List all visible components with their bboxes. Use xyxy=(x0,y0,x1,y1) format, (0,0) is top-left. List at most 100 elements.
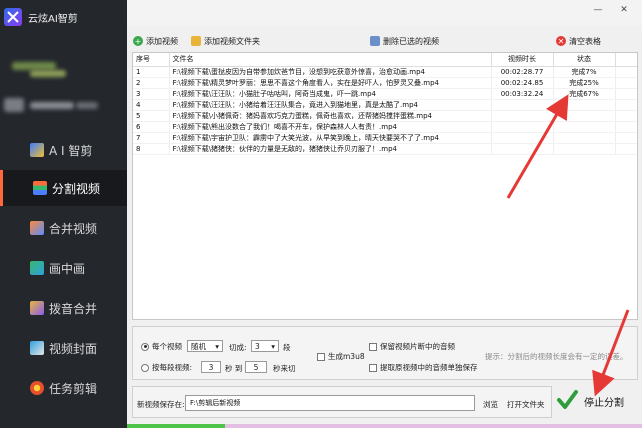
table-row[interactable]: 3 F:\视频下载\汪汪队：小猫肚子咕咕叫，阿奇当成鬼，吓一跳.mp4 00:03:… xyxy=(133,88,637,100)
from-seconds-input[interactable]: 3 xyxy=(201,361,221,373)
table-row[interactable]: 8 F:\视频下载\猪猪侠：伙伴的力量是无敌的，猪猪侠让乔贝刃服了！.mp4 xyxy=(133,143,637,155)
app-logo-icon xyxy=(4,8,22,26)
progress-bar xyxy=(127,424,225,428)
split-icon xyxy=(33,181,47,195)
add-folder-button[interactable]: 添加视频文件夹 xyxy=(191,34,260,48)
table-row[interactable]: 2 F:\视频下载\精灵梦叶罗丽：思思不喜这个角度看人，实在是好吓人，怕罗灵又叠.… xyxy=(133,77,637,89)
clear-icon: ✕ xyxy=(556,36,566,46)
sidebar-item-video-cover[interactable]: 视频封面 xyxy=(0,330,127,366)
keep-audio-checkbox[interactable] xyxy=(369,342,377,351)
blurred-account-info xyxy=(12,62,56,70)
table-row[interactable]: 5 F:\视频下载\小猪佩奇：猪妈喜欢巧克力蛋糕，佩奇也喜欢，还帮猪妈搅拌蛋糕.m… xyxy=(133,110,637,122)
sidebar: 云炫AI智剪 A I 智剪 分割视频 合并视频 画中画 拨音合并 视频封面 任务… xyxy=(0,0,127,428)
cell-filename: F:\视频下载\汪汪队：小猫肚子咕咕叫，阿奇当成鬼，吓一跳.mp4 xyxy=(169,88,492,100)
chevron-down-icon: ▾ xyxy=(215,341,219,351)
sidebar-item-ai-edit[interactable]: A I 智剪 xyxy=(0,132,127,168)
col-index-header[interactable]: 序号 xyxy=(133,53,170,67)
clear-table-button[interactable]: ✕ 清空表格 xyxy=(556,34,601,48)
per-video-option[interactable]: 每个视频 xyxy=(141,341,182,352)
col-filename-header[interactable]: 文件名 xyxy=(169,53,492,67)
add-video-button[interactable]: + 添加视频 xyxy=(133,34,178,48)
sidebar-item-merge-video[interactable]: 合并视频 xyxy=(0,210,127,246)
video-table[interactable]: 序号 文件名 视频时长 状态 1 F:\视频下载\蛋挞皮因为自带参加炊爸节目，没想… xyxy=(132,52,638,320)
sidebar-item-audio-merge[interactable]: 拨音合并 xyxy=(0,290,127,326)
sidebar-item-label: 拨音合并 xyxy=(49,301,98,316)
cell-duration xyxy=(491,110,554,122)
generate-m3u8-option[interactable]: 生成m3u8 xyxy=(317,351,365,362)
generate-m3u8-checkbox[interactable] xyxy=(317,352,325,361)
cell-spacer xyxy=(615,121,637,133)
audio-merge-icon xyxy=(30,301,44,315)
cell-spacer xyxy=(615,88,637,100)
save-location-panel: 新视频保存在: F:\剪辑后新视频 浏览 打开文件夹 xyxy=(132,386,552,418)
hint-text: 提示：分割后的视频长度会有一定的误差。 xyxy=(485,351,635,362)
col-spacer-header xyxy=(615,53,637,67)
cell-spacer xyxy=(615,143,637,155)
save-location-label: 新视频保存在: xyxy=(137,400,185,409)
table-row[interactable]: 4 F:\视频下载\汪汪队：小猪给着汪汪队集合，竟进入到猫地里，真是太酷了.mp4 xyxy=(133,99,637,111)
col-status-header[interactable]: 状态 xyxy=(553,53,616,67)
cell-duration xyxy=(491,132,554,144)
extract-audio-option[interactable]: 提取原视频中的音频单独保存 xyxy=(369,362,478,373)
cell-spacer xyxy=(615,66,637,78)
cell-duration xyxy=(491,121,554,133)
cell-status xyxy=(553,132,616,144)
cell-index: 4 xyxy=(133,99,170,111)
sidebar-item-label: 视频封面 xyxy=(49,341,98,356)
sidebar-item-task-edit[interactable]: 任务剪辑 xyxy=(0,370,127,406)
per-video-radio[interactable] xyxy=(141,342,149,351)
merge-icon xyxy=(30,221,44,235)
cell-filename: F:\视频下载\熊出没数合了我们！喝喜不开车，保护森林人人有责！.mp4 xyxy=(169,121,492,133)
extract-audio-checkbox[interactable] xyxy=(369,363,377,372)
sidebar-item-picture-in-picture[interactable]: 画中画 xyxy=(0,250,127,286)
remove-list-icon xyxy=(370,36,380,46)
keep-audio-option[interactable]: 保留视频片断中的音频 xyxy=(369,341,455,352)
remove-selected-button[interactable]: 删除已选的视频 xyxy=(370,34,439,48)
cell-spacer xyxy=(615,99,637,111)
sidebar-item-split-video[interactable]: 分割视频 xyxy=(0,170,127,206)
to-seconds-value: 5 xyxy=(245,361,267,373)
sidebar-item-label: 任务剪辑 xyxy=(49,381,98,396)
col-duration-header[interactable]: 视频时长 xyxy=(491,53,554,67)
table-row[interactable]: 1 F:\视频下载\蛋挞皮因为自带参加炊爸节目，没想到吃获意外惊喜，治愈动画.mp… xyxy=(133,66,637,78)
cell-status xyxy=(553,99,616,111)
mode-select[interactable]: 随机 ▾ xyxy=(187,340,223,352)
app-title: 云炫AI智剪 xyxy=(28,13,78,25)
to-seconds-input[interactable]: 5 xyxy=(245,361,267,373)
browse-button[interactable]: 浏览 xyxy=(483,399,498,410)
per-video-label: 每个视频 xyxy=(152,342,182,351)
cell-filename: F:\视频下载\精灵梦叶罗丽：思思不喜这个角度看人，实在是好吓人，怕罗灵又叠.m… xyxy=(169,77,492,89)
save-path-input[interactable]: F:\剪辑后新视频 xyxy=(185,395,475,411)
split-options-panel: 每个视频 随机 ▾ 切成: 3 ▾ 段 按每段视频: 3 秒 到 5 秒来切 生成m… xyxy=(132,326,638,380)
cell-index: 5 xyxy=(133,110,170,122)
cell-duration: 00:02:24.85 xyxy=(491,77,554,89)
cell-index: 3 xyxy=(133,88,170,100)
cell-status: 完成67% xyxy=(553,88,616,100)
by-duration-radio[interactable] xyxy=(141,363,149,372)
close-button[interactable]: ✕ xyxy=(617,5,631,15)
segments-select[interactable]: 3 ▾ xyxy=(251,340,279,352)
by-duration-label: 按每段视频: xyxy=(152,363,193,372)
by-duration-option[interactable]: 按每段视频: xyxy=(141,362,192,373)
stop-split-button[interactable]: 停止分割 xyxy=(554,386,638,416)
sidebar-item-label: 合并视频 xyxy=(49,221,98,236)
blurred-account-info-2 xyxy=(30,70,66,77)
table-row[interactable]: 6 F:\视频下载\熊出没数合了我们！喝喜不开车，保护森林人人有责！.mp4 xyxy=(133,121,637,133)
cell-index: 1 xyxy=(133,66,170,78)
cell-index: 2 xyxy=(133,77,170,89)
task-edit-icon xyxy=(30,381,44,395)
cell-status xyxy=(553,121,616,133)
minimize-button[interactable]: — xyxy=(591,5,605,15)
cut-label: 切成: xyxy=(229,343,247,352)
open-folder-button[interactable]: 打开文件夹 xyxy=(507,399,545,410)
cell-index: 7 xyxy=(133,132,170,144)
cell-index: 8 xyxy=(133,143,170,155)
table-row[interactable]: 7 F:\视频下载\宇宙护卫队：霹雳中了大笑光波，从早笑到晚上，晴天快要哭不了了.… xyxy=(133,132,637,144)
plus-icon: + xyxy=(133,36,143,46)
clear-table-label: 清空表格 xyxy=(569,36,601,46)
ai-icon xyxy=(30,143,44,157)
table-header-row: 序号 文件名 视频时长 状态 xyxy=(133,53,637,67)
keep-audio-label: 保留视频片断中的音频 xyxy=(380,342,455,351)
from-seconds-value: 3 xyxy=(201,361,221,373)
save-path-value: F:\剪辑后新视频 xyxy=(190,399,241,407)
